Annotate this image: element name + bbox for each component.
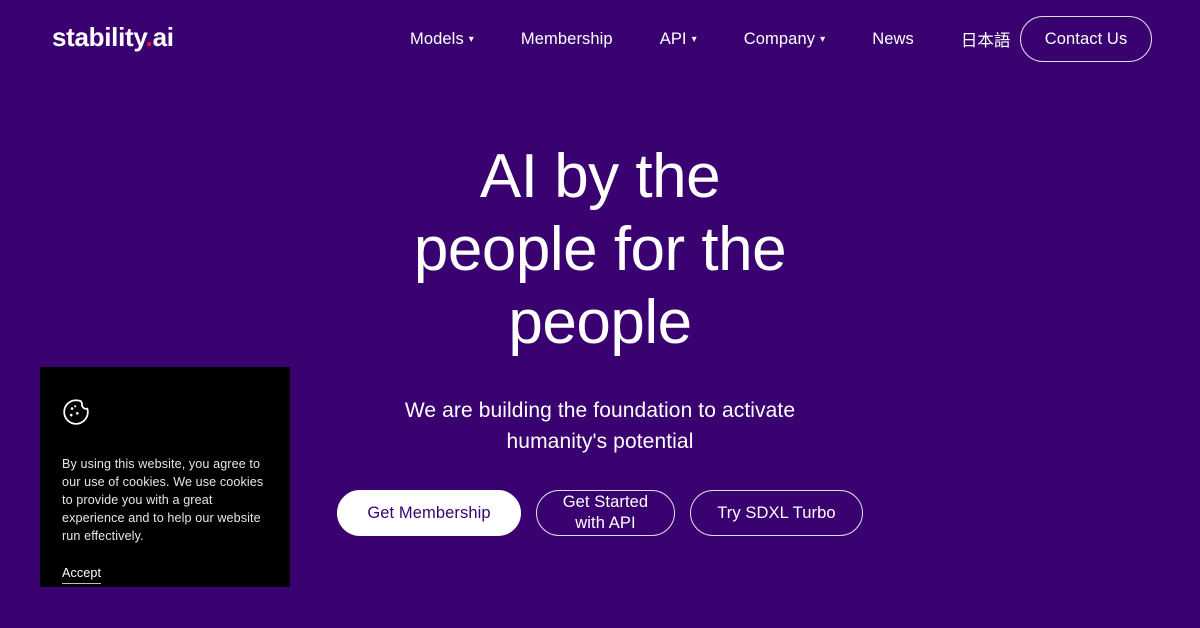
nav-item-news[interactable]: News xyxy=(872,24,914,55)
page-title-line-3: people xyxy=(508,288,692,357)
brand-logo[interactable]: stability.ai xyxy=(52,24,174,50)
page-title-line-2: people for the xyxy=(413,215,787,284)
main-navigation: Models ▾ Membership API ▾ Company ▾ News… xyxy=(410,0,1010,78)
nav-item-membership[interactable]: Membership xyxy=(521,24,613,55)
cookie-consent-banner: By using this website, you agree to our … xyxy=(40,367,290,587)
nav-item-label: API xyxy=(659,29,687,48)
nav-item-label: 日本語 xyxy=(960,32,1011,50)
nav-item-label: News xyxy=(872,29,914,48)
nav-item-japanese[interactable]: 日本語 xyxy=(961,21,1011,57)
get-membership-button[interactable]: Get Membership xyxy=(337,490,521,536)
nav-item-models[interactable]: Models ▾ xyxy=(410,24,474,55)
contact-us-button[interactable]: Contact Us xyxy=(1020,16,1152,62)
brand-name: stability xyxy=(52,22,146,52)
brand-dot: . xyxy=(145,22,153,52)
nav-item-api[interactable]: API ▾ xyxy=(660,24,697,55)
cookie-icon xyxy=(63,399,89,425)
nav-item-label: Models xyxy=(410,29,464,48)
contact-us-label: Contact Us xyxy=(1044,29,1128,48)
nav-item-company[interactable]: Company ▾ xyxy=(744,24,825,55)
get-started-with-api-button[interactable]: Get Started with API xyxy=(535,490,676,536)
nav-item-label: Company xyxy=(743,29,816,48)
cookie-accept-button[interactable]: Accept xyxy=(62,565,102,584)
site-header: stability.ai Models ▾ Membership API ▾ C… xyxy=(0,0,1200,78)
try-sdxl-turbo-button[interactable]: Try SDXL Turbo xyxy=(690,490,863,536)
chevron-down-icon: ▾ xyxy=(691,34,697,45)
hero-subtitle: We are building the foundation to activa… xyxy=(404,399,796,453)
chevron-down-icon: ▾ xyxy=(820,34,826,45)
page-title: AI by the people for the people xyxy=(320,140,880,359)
cookie-consent-message: By using this website, you agree to our … xyxy=(62,457,264,543)
brand-suffix: ai xyxy=(152,22,174,52)
chevron-down-icon: ▾ xyxy=(468,34,474,45)
page-title-line-1: AI by the xyxy=(479,142,721,211)
nav-item-label: Membership xyxy=(520,29,613,48)
